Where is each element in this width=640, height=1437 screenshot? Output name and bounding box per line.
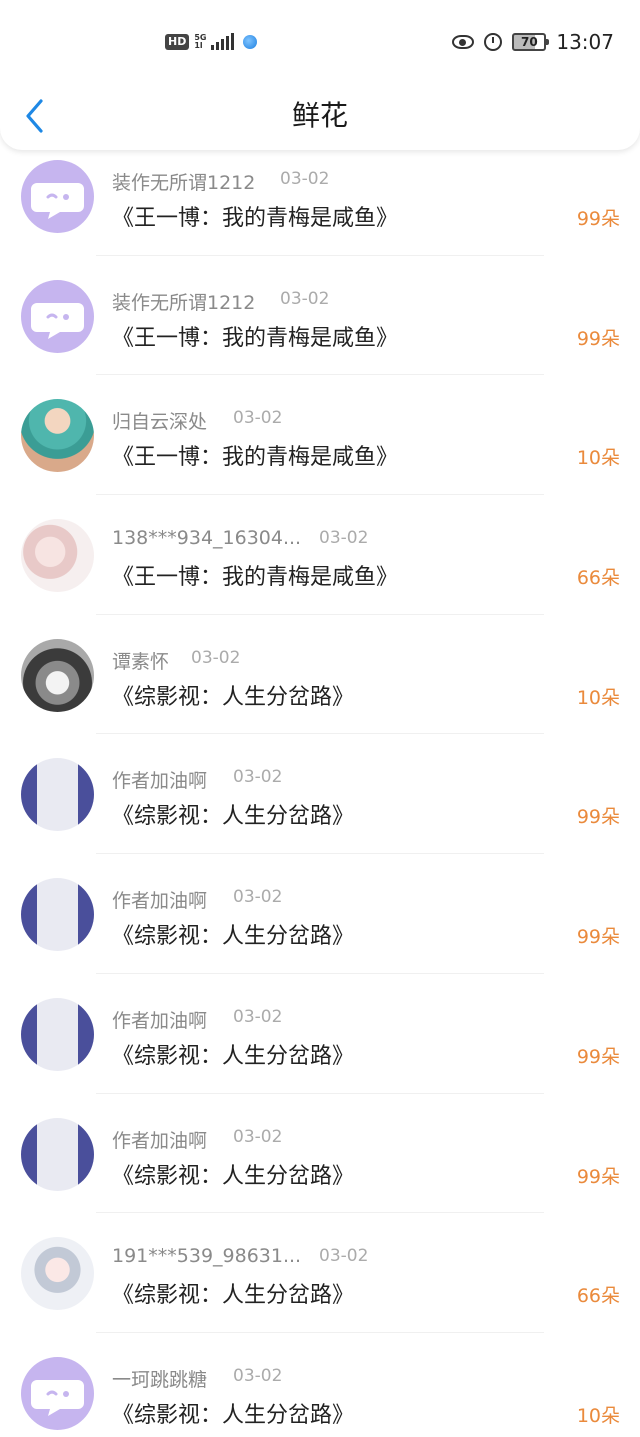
- flower-count: 99朵: [576, 1165, 620, 1188]
- list-item[interactable]: 作者加油啊 03-02 《综影视：人生分岔路》 99朵: [0, 1078, 640, 1214]
- book-title[interactable]: 《王一博：我的青梅是咸鱼》: [112, 320, 398, 352]
- avatar[interactable]: [21, 1237, 94, 1311]
- list-item[interactable]: 作者加油啊 03-02 《综影视：人生分岔路》 99朵: [0, 838, 640, 974]
- book-title[interactable]: 《综影视：人生分岔路》: [112, 1397, 354, 1429]
- book-title[interactable]: 《综影视：人生分岔路》: [112, 1158, 354, 1190]
- clock: 13:07: [556, 30, 614, 54]
- flower-count: 66朵: [576, 567, 620, 590]
- network-type: 5G 1l: [194, 33, 206, 50]
- list-item[interactable]: 作者加油啊 03-02 《综影视：人生分岔路》 99朵: [0, 958, 640, 1094]
- avatar[interactable]: [21, 878, 94, 952]
- date: 03-02: [233, 1365, 283, 1386]
- chat-bubble-icon: [31, 183, 84, 219]
- flower-count: 99朵: [576, 1045, 620, 1068]
- hd-badge: HD: [165, 33, 190, 50]
- date: 03-02: [319, 1246, 369, 1267]
- list-item[interactable]: 谭素怀 03-02 《综影视：人生分岔路》 10朵: [0, 599, 640, 735]
- book-title[interactable]: 《王一博：我的青梅是咸鱼》: [112, 200, 398, 232]
- list-item[interactable]: 装作无所谓1212 03-02 《王一博：我的青梅是咸鱼》 99朵: [0, 240, 640, 376]
- avatar[interactable]: [21, 160, 94, 233]
- username: 谭素怀: [112, 650, 170, 673]
- username: 138***934_16304...: [112, 527, 302, 550]
- flower-count: 10朵: [576, 686, 620, 709]
- page-title: 鲜花: [291, 99, 348, 132]
- status-left: HD 5G 1l: [165, 33, 258, 50]
- book-title[interactable]: 《综影视：人生分岔路》: [112, 918, 354, 950]
- top-bar: HD 5G 1l 70 13:07 鲜花: [0, 0, 640, 150]
- flower-list: 装作无所谓1212 03-02 《王一博：我的青梅是咸鱼》 99朵 装作无所谓1…: [0, 120, 640, 1437]
- chat-bubble-icon: [31, 302, 84, 339]
- username: 作者加油啊: [112, 1009, 208, 1032]
- list-item[interactable]: 一珂跳跳糖 03-02 《综影视：人生分岔路》 10朵: [0, 1317, 640, 1437]
- date: 03-02: [233, 887, 283, 908]
- list-item[interactable]: 138***934_16304... 03-02 《王一博：我的青梅是咸鱼》 6…: [0, 479, 640, 615]
- battery-icon: 70: [512, 33, 550, 51]
- book-title[interactable]: 《综影视：人生分岔路》: [112, 679, 354, 711]
- flower-count: 99朵: [576, 806, 620, 829]
- avatar[interactable]: [21, 758, 94, 832]
- avatar[interactable]: [21, 1356, 94, 1430]
- eye-icon: [452, 35, 475, 49]
- date: 03-02: [280, 288, 330, 309]
- username: 归自云深处: [112, 411, 208, 434]
- status-bar: HD 5G 1l 70 13:07: [0, 0, 640, 88]
- flower-count: 10朵: [576, 1404, 620, 1427]
- date: 03-02: [233, 767, 283, 788]
- book-title[interactable]: 《王一博：我的青梅是咸鱼》: [112, 439, 398, 471]
- username: 一珂跳跳糖: [112, 1368, 208, 1391]
- flower-count: 99朵: [576, 327, 620, 350]
- chat-bubble-icon: [31, 1379, 84, 1416]
- book-title[interactable]: 《王一博：我的青梅是咸鱼》: [112, 559, 398, 591]
- signal-icon: [211, 33, 235, 50]
- avatar[interactable]: [21, 519, 94, 593]
- book-title[interactable]: 《综影视：人生分岔路》: [112, 1038, 354, 1070]
- username: 作者加油啊: [112, 1129, 208, 1152]
- flower-count: 99朵: [576, 208, 620, 230]
- date: 03-02: [280, 169, 330, 189]
- flower-count: 66朵: [576, 1285, 620, 1308]
- avatar[interactable]: [21, 638, 94, 712]
- username: 作者加油啊: [112, 890, 208, 913]
- avatar[interactable]: [21, 997, 94, 1071]
- avatar[interactable]: [21, 1117, 94, 1191]
- date: 03-02: [233, 1126, 283, 1147]
- avatar[interactable]: [21, 399, 94, 473]
- book-title[interactable]: 《综影视：人生分岔路》: [112, 1277, 354, 1309]
- flower-count: 10朵: [576, 447, 620, 470]
- date: 03-02: [233, 408, 283, 429]
- flower-count: 99朵: [576, 926, 620, 949]
- globe-icon: [243, 34, 258, 49]
- book-title[interactable]: 《综影视：人生分岔路》: [112, 798, 354, 830]
- username: 装作无所谓1212: [112, 291, 256, 314]
- list-item[interactable]: 191***539_98631... 03-02 《综影视：人生分岔路》 66朵: [0, 1197, 640, 1333]
- date: 03-02: [191, 647, 241, 668]
- avatar[interactable]: [21, 279, 94, 353]
- list-item[interactable]: 作者加油啊 03-02 《综影视：人生分岔路》 99朵: [0, 718, 640, 855]
- date: 03-02: [319, 528, 369, 549]
- status-right: 70 13:07: [452, 30, 614, 54]
- alarm-icon: [484, 33, 503, 51]
- username: 作者加油啊: [112, 770, 208, 793]
- date: 03-02: [233, 1006, 283, 1027]
- username: 191***539_98631...: [112, 1245, 302, 1268]
- list-item[interactable]: 归自云深处 03-02 《王一博：我的青梅是咸鱼》 10朵: [0, 359, 640, 496]
- network-bottom-label: 1l: [194, 40, 203, 50]
- username: 装作无所谓1212: [112, 172, 256, 194]
